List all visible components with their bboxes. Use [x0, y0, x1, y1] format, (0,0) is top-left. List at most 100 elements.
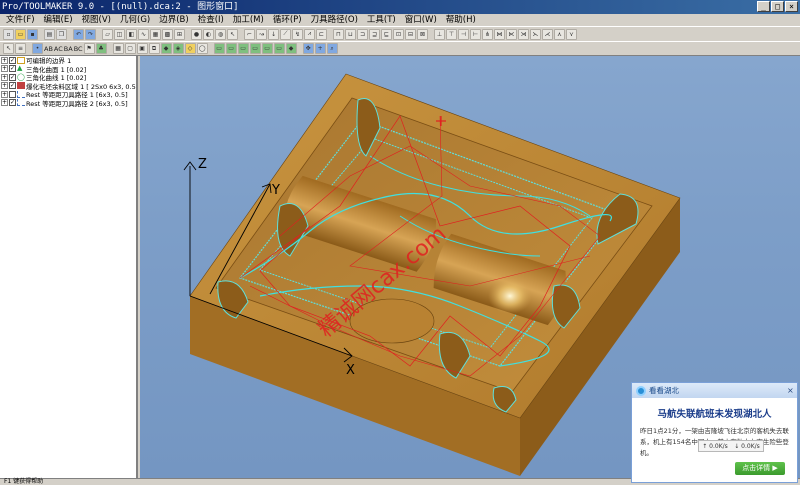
- grid-icon[interactable]: ▩: [162, 28, 173, 40]
- visibility-checkbox[interactable]: [9, 82, 16, 90]
- finish7-icon[interactable]: ⋉: [506, 28, 517, 40]
- open-file-icon[interactable]: ▭: [15, 28, 26, 40]
- zig-icon[interactable]: ⩘: [304, 28, 315, 40]
- visibility-checkbox[interactable]: [9, 73, 16, 81]
- view-top-icon[interactable]: ▭: [237, 43, 249, 54]
- visibility-checkbox[interactable]: [9, 90, 16, 98]
- finish12-icon[interactable]: ⋎: [566, 28, 577, 40]
- region-tool-icon[interactable]: ▦: [150, 28, 161, 40]
- select-icon[interactable]: ↖: [227, 28, 238, 40]
- menu-cycle[interactable]: 循环(P): [273, 14, 302, 26]
- menu-geometry[interactable]: 几何(G): [120, 14, 150, 26]
- view-left-icon[interactable]: ▭: [261, 43, 273, 54]
- cycle2-icon[interactable]: ⊔: [345, 28, 356, 40]
- cycle4-icon[interactable]: ⊒: [369, 28, 380, 40]
- menu-inspect[interactable]: 检查(I): [198, 14, 224, 26]
- shade-yellow-icon[interactable]: ◈: [172, 43, 184, 54]
- view-bottom-icon[interactable]: ▭: [249, 43, 261, 54]
- table-icon[interactable]: ▦: [112, 43, 124, 54]
- path-icon[interactable]: ↝: [256, 28, 267, 40]
- cycle7-icon[interactable]: ⊟: [405, 28, 416, 40]
- menu-window[interactable]: 窗口(W): [405, 14, 437, 26]
- menu-toolpath[interactable]: 刀具路径(O): [311, 14, 358, 26]
- helix-icon[interactable]: ↯: [292, 28, 303, 40]
- print-icon[interactable]: ▤: [44, 28, 55, 40]
- expand-icon[interactable]: +: [1, 73, 8, 81]
- zoom-in-icon[interactable]: +: [314, 43, 326, 54]
- group-icon[interactable]: ⧉: [148, 43, 160, 54]
- copy-icon[interactable]: ❐: [56, 28, 67, 40]
- pick-icon[interactable]: ↖: [3, 43, 14, 54]
- menu-view[interactable]: 视图(V): [82, 14, 111, 26]
- ellipse-icon[interactable]: ◯: [196, 43, 208, 54]
- popup-headline[interactable]: 马航失联航班未发现湖北人: [632, 406, 797, 420]
- sphere-icon[interactable]: ●: [191, 28, 202, 40]
- finish9-icon[interactable]: ⋋: [530, 28, 541, 40]
- view-right-icon[interactable]: ▭: [273, 43, 285, 54]
- expand-icon[interactable]: +: [1, 56, 8, 64]
- tree-item[interactable]: + Rest 等距距刀具路径 2 [6x3, 0.5]: [0, 99, 136, 108]
- finish5-icon[interactable]: ⋔: [482, 28, 493, 40]
- close-button[interactable]: ×: [785, 1, 798, 12]
- plunge-icon[interactable]: ↓: [268, 28, 279, 40]
- news-popup[interactable]: 看看湖北 × 马航失联航班未发现湖北人 昨日1点21分，一架由吉隆坡飞往北京的客…: [631, 382, 798, 483]
- shade-green-icon[interactable]: ◆: [160, 43, 172, 54]
- menu-edit[interactable]: 编辑(E): [44, 14, 73, 26]
- cycle6-icon[interactable]: ⊡: [393, 28, 404, 40]
- visibility-checkbox[interactable]: [9, 56, 16, 64]
- flag-icon[interactable]: ⚑: [83, 43, 95, 54]
- mix-icon[interactable]: ◇: [184, 43, 196, 54]
- expand-icon[interactable]: +: [1, 65, 8, 73]
- frame-icon[interactable]: ▢: [124, 43, 136, 54]
- new-file-icon[interactable]: ▫: [3, 28, 14, 40]
- wire-icon[interactable]: ◍: [215, 28, 226, 40]
- offset-icon[interactable]: ⊏: [316, 28, 327, 40]
- snap-ba-label[interactable]: BA: [64, 45, 73, 53]
- zoom-fit-icon[interactable]: ⌕: [326, 43, 338, 54]
- finish3-icon[interactable]: ⊣: [458, 28, 469, 40]
- cycle5-icon[interactable]: ⊑: [381, 28, 392, 40]
- box-icon[interactable]: ▣: [136, 43, 148, 54]
- expand-icon[interactable]: +: [1, 99, 8, 107]
- popup-close-icon[interactable]: ×: [787, 386, 797, 395]
- visibility-checkbox[interactable]: [9, 99, 16, 107]
- save-icon[interactable]: ▪: [27, 28, 38, 40]
- snap-bc-label[interactable]: BC: [74, 45, 83, 53]
- menu-machining[interactable]: 加工(M): [233, 14, 264, 26]
- shade-icon[interactable]: ◐: [203, 28, 214, 40]
- expand-icon[interactable]: +: [1, 82, 8, 90]
- menu-file[interactable]: 文件(F): [6, 14, 35, 26]
- pan-icon[interactable]: ✥: [302, 43, 314, 54]
- finish8-icon[interactable]: ⋊: [518, 28, 529, 40]
- visibility-checkbox[interactable]: [9, 65, 16, 73]
- menu-boundary[interactable]: 边界(B): [159, 14, 188, 26]
- sketch-icon[interactable]: ▱: [102, 28, 113, 40]
- surface-tool-icon[interactable]: ◧: [126, 28, 137, 40]
- cycle3-icon[interactable]: ⊐: [357, 28, 368, 40]
- details-button[interactable]: 点击详情 ▶: [735, 462, 785, 475]
- boundary-tool-icon[interactable]: ◫: [114, 28, 125, 40]
- redo-icon[interactable]: ↷: [85, 28, 96, 40]
- finish6-icon[interactable]: ⋈: [494, 28, 505, 40]
- cycle1-icon[interactable]: ⊓: [333, 28, 344, 40]
- menu-tools[interactable]: 工具(T): [367, 14, 396, 26]
- finish10-icon[interactable]: ⋌: [542, 28, 553, 40]
- finish2-icon[interactable]: ⊤: [446, 28, 457, 40]
- ramp-icon[interactable]: ⟋: [280, 28, 291, 40]
- view-back-icon[interactable]: ▭: [225, 43, 237, 54]
- finish11-icon[interactable]: ⋏: [554, 28, 565, 40]
- view-iso-icon[interactable]: ◆: [285, 43, 297, 54]
- layer-icon[interactable]: ≡: [15, 43, 26, 54]
- measure-icon[interactable]: ⊞: [174, 28, 185, 40]
- step-icon[interactable]: ⌐: [244, 28, 255, 40]
- view-front-icon[interactable]: ▭: [213, 43, 225, 54]
- expand-icon[interactable]: +: [1, 90, 8, 98]
- finish1-icon[interactable]: ⊥: [434, 28, 445, 40]
- snap-ab-label[interactable]: AB: [44, 45, 53, 53]
- tree-icon[interactable]: ♣: [95, 43, 107, 54]
- menu-help[interactable]: 帮助(H): [446, 14, 476, 26]
- maximize-button[interactable]: □: [771, 1, 784, 12]
- curve-tool-icon[interactable]: ∿: [138, 28, 149, 40]
- minimize-button[interactable]: _: [757, 1, 770, 12]
- snap-ac-label[interactable]: AC: [54, 45, 63, 53]
